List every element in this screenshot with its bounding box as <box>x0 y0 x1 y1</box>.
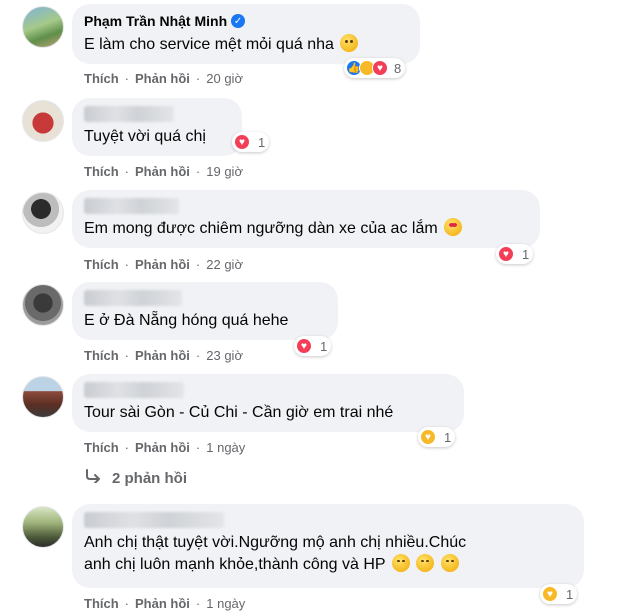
blurred-commenter-name[interactable] <box>84 290 182 306</box>
reply-link[interactable]: Phản hồi <box>135 257 190 272</box>
comment-bubble: Tour sài Gòn - Củ Chi - Cần giờ em trai … <box>72 374 464 432</box>
care-icon: ♥ <box>420 429 436 445</box>
timestamp[interactable]: 23 giờ <box>206 348 243 363</box>
comment-bubble: Tuyệt vời quá chị <box>72 98 242 156</box>
reaction-summary[interactable]: ♥ 1 <box>496 244 534 264</box>
comment-text: E làm cho service mệt mỏi quá nha <box>84 36 334 53</box>
comment-bubble: Phạm Trần Nhật Minh ✓ E làm cho service … <box>72 4 420 64</box>
comment-bubble: Em mong được chiêm ngưỡng dàn xe của ac … <box>72 190 540 248</box>
comment-actions: Thích · Phản hồi · 22 giờ <box>84 257 243 272</box>
love-icon: ♥ <box>234 134 250 150</box>
blurred-commenter-name[interactable] <box>84 382 184 398</box>
comment-actions: Thích · Phản hồi · 20 giờ <box>84 71 243 86</box>
reaction-count: 1 <box>444 429 452 445</box>
avatar[interactable] <box>22 6 64 48</box>
comment-actions: Thích · Phản hồi · 19 giờ <box>84 164 243 179</box>
reply-link[interactable]: Phản hồi <box>135 596 190 611</box>
love-icon: ♥ <box>372 60 388 76</box>
avatar[interactable] <box>22 192 64 234</box>
kissing-emoji-icon <box>440 554 459 572</box>
avatar[interactable] <box>22 284 64 326</box>
like-link[interactable]: Thích <box>84 164 119 179</box>
kissing-emoji-icon <box>391 554 410 572</box>
like-link[interactable]: Thích <box>84 348 119 363</box>
love-icon: ♥ <box>296 338 312 354</box>
verified-badge-icon: ✓ <box>231 14 246 28</box>
reaction-count: 1 <box>566 586 574 602</box>
timestamp[interactable]: 1 ngày <box>206 440 245 455</box>
reaction-summary[interactable]: ♥ 1 <box>232 132 270 152</box>
kissing-emoji-icon <box>416 554 435 572</box>
avatar[interactable] <box>22 376 64 418</box>
reply-link[interactable]: Phản hồi <box>135 164 190 179</box>
commenter-name[interactable]: Phạm Trần Nhật Minh <box>84 13 227 29</box>
comment-text: Tuyệt vời quá chị <box>84 128 206 145</box>
comment-text: E ở Đà Nẵng hóng quá hehe <box>84 312 289 329</box>
comment-bubble: E ở Đà Nẵng hóng quá hehe <box>72 282 338 340</box>
avatar[interactable] <box>22 100 64 142</box>
like-link[interactable]: Thích <box>84 440 119 455</box>
comment-bubble: Anh chị thật tuyệt vời.Ngưỡng mộ anh chị… <box>72 504 584 588</box>
comment-text: Tour sài Gòn - Củ Chi - Cần giờ em trai … <box>84 404 394 421</box>
like-link[interactable]: Thích <box>84 257 119 272</box>
reaction-summary[interactable]: ♥ 1 <box>418 427 456 447</box>
timestamp[interactable]: 1 ngày <box>206 596 245 611</box>
reply-link[interactable]: Phản hồi <box>135 348 190 363</box>
heart-eyes-emoji-icon <box>444 218 463 236</box>
reaction-count: 1 <box>258 134 266 150</box>
reaction-summary[interactable]: ♥ 1 <box>294 336 332 356</box>
reaction-summary[interactable]: 👍 ♥ 8 <box>344 58 406 78</box>
comment-text: Em mong được chiêm ngưỡng dàn xe của ac … <box>84 220 438 237</box>
view-replies-label: 2 phản hồi <box>112 469 187 487</box>
comment-text-line-1: Anh chị thật tuyệt vời.Ngưỡng mộ anh chị… <box>84 534 467 551</box>
comment-actions: Thích · Phản hồi · 1 ngày <box>84 440 246 455</box>
reply-link[interactable]: Phản hồi <box>135 440 190 455</box>
reaction-count: 1 <box>522 246 530 262</box>
reaction-count: 8 <box>394 60 402 76</box>
blurred-commenter-name[interactable] <box>84 198 179 214</box>
care-icon: ♥ <box>542 586 558 602</box>
reaction-summary[interactable]: ♥ 1 <box>540 584 578 604</box>
blurred-commenter-name[interactable] <box>84 106 174 122</box>
like-link[interactable]: Thích <box>84 596 119 611</box>
reaction-count: 1 <box>320 338 328 354</box>
love-icon: ♥ <box>498 246 514 262</box>
comment-text-line-2: anh chị luôn mạnh khỏe,thành công và HP <box>84 556 386 573</box>
reply-link[interactable]: Phản hồi <box>135 71 190 86</box>
like-link[interactable]: Thích <box>84 71 119 86</box>
view-replies-link[interactable]: 2 phản hồi <box>84 469 187 487</box>
timestamp[interactable]: 20 giờ <box>206 71 243 86</box>
blurred-commenter-name[interactable] <box>84 512 224 528</box>
avatar[interactable] <box>22 506 64 548</box>
comment-actions: Thích · Phản hồi · 1 ngày <box>84 596 246 611</box>
timestamp[interactable]: 22 giờ <box>206 257 243 272</box>
winking-tongue-emoji-icon <box>340 34 359 52</box>
timestamp[interactable]: 19 giờ <box>206 164 243 179</box>
reply-arrow-icon <box>84 469 102 487</box>
comment-actions: Thích · Phản hồi · 23 giờ <box>84 348 243 363</box>
